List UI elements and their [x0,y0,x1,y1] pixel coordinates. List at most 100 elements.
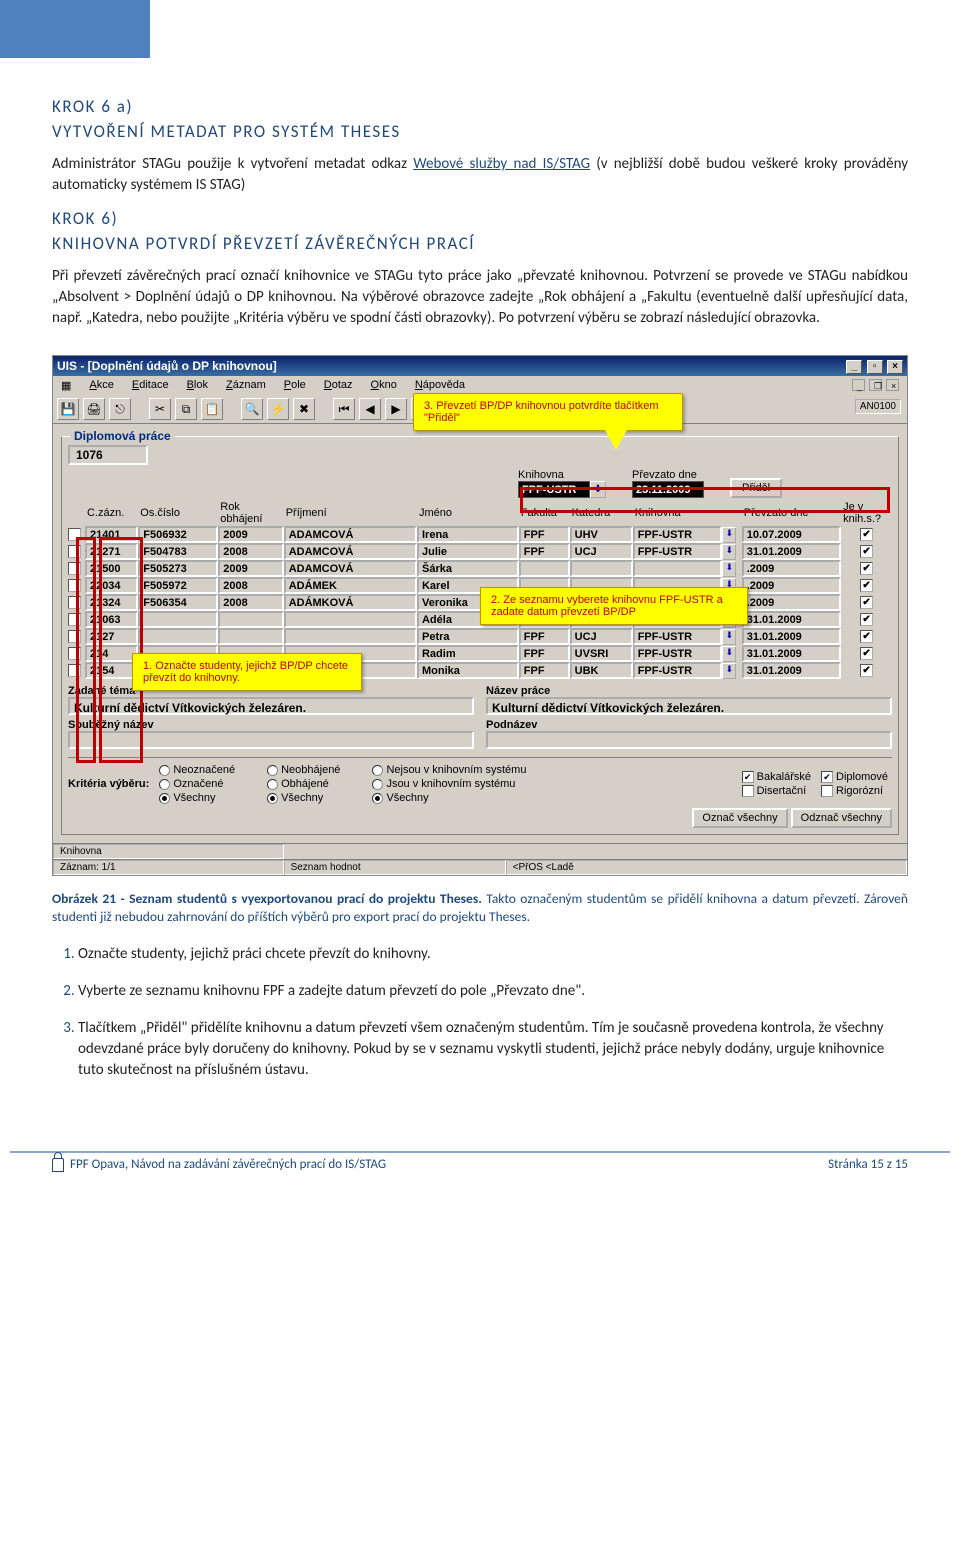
cell-knihovna: FPF-USTR [633,543,723,560]
row-checkbox[interactable] [68,664,81,677]
criteria-radio[interactable]: Označené [159,778,235,790]
menu-blok[interactable]: Blok [183,378,212,393]
menu-dotaz[interactable]: Dotaz [320,378,357,393]
radio-icon [267,793,278,804]
cell-knihovna: FPF-USTR [633,645,723,662]
pridel-button[interactable]: Přiděl [730,478,782,498]
cell-prijmeni: ADAMCOVÁ [284,560,417,577]
cell-oscislo: F505273 [138,560,218,577]
lov-row-icon[interactable]: ⬇ [722,646,736,662]
menu-editace[interactable]: Editace [128,378,173,393]
cell-fakulta [519,560,570,577]
query-exec-icon[interactable]: ⚡ [267,398,289,420]
cell-jevknih-checkbox[interactable]: ✔ [860,630,873,643]
radio-icon [267,765,278,776]
lov-row-icon[interactable]: ⬇ [722,527,736,543]
th-prijmeni: Příjmení [284,500,417,526]
val-nazev: Kulturní dědictví Vítkovických železáren… [486,697,892,715]
row-checkbox[interactable] [68,545,81,558]
cell-jevknih-checkbox[interactable]: ✔ [860,613,873,626]
row-checkbox[interactable] [68,647,81,660]
first-record-icon[interactable]: ⏮ [333,398,355,420]
close-icon[interactable]: × [887,360,903,374]
cell-jevknih-checkbox[interactable]: ✔ [860,528,873,541]
lov-row-icon[interactable]: ⬇ [722,663,736,679]
page-footer: FPF Opava, Návod na zadávání závěrečných… [10,1151,950,1194]
paste-icon[interactable]: 📋 [201,398,223,420]
cell-jevknih-checkbox[interactable]: ✔ [860,647,873,660]
row-checkbox[interactable] [68,579,81,592]
menu-zaznam[interactable]: Záznam [222,378,270,393]
exit-icon[interactable]: ⎋ [109,398,131,420]
cell-czazn: 214 [85,645,138,662]
criteria-radio[interactable]: Všechny [372,792,526,804]
menu-akce[interactable]: Akce [85,378,117,393]
cell-knihovna [633,560,723,577]
cell-jevknih-checkbox[interactable]: ✔ [860,596,873,609]
cut-icon[interactable]: ✂ [149,398,171,420]
criteria-radio[interactable]: Neobhájené [267,764,340,776]
menu-pole[interactable]: Pole [280,378,310,393]
cell-prevzato: .2009 [742,560,841,577]
criteria-checkbox[interactable]: ✔Diplomové [821,771,888,783]
row-checkbox[interactable] [68,596,81,609]
row-checkbox[interactable] [68,528,81,541]
th-rok: Rok obhájení [218,500,283,526]
criteria-checkbox[interactable]: ✔Bakalářské [742,771,811,783]
criteria-radio[interactable]: Všechny [267,792,340,804]
cell-prijmeni: ADAMCOVÁ [284,543,417,560]
footer-right: Stránka 15 z 15 [828,1157,908,1172]
cell-jevknih-checkbox[interactable]: ✔ [860,545,873,558]
radio-label: Jsou v knihovním systému [386,778,515,790]
minimize-icon[interactable]: _ [846,360,862,374]
input-knihovna[interactable] [518,481,590,498]
th-prevzato: Převzato dne [742,500,841,526]
menu-okno[interactable]: Okno [367,378,401,393]
criteria-radio[interactable]: Jsou v knihovním systému [372,778,526,790]
lbl-nazev: Název práce [486,685,892,697]
cell-czazn: 21324 [85,594,138,611]
lov-row-icon[interactable]: ⬇ [722,629,736,645]
cell-czazn: 21271 [85,543,138,560]
cell-jevknih-checkbox[interactable]: ✔ [860,562,873,575]
print-icon[interactable]: 🖨 [83,398,105,420]
criteria-checkbox[interactable]: Rigorózní [821,785,888,797]
cell-fakulta: FPF [519,628,570,645]
row-checkbox[interactable] [68,613,81,626]
link-webservices[interactable]: Webové služby nad IS/STAG [413,155,590,173]
criteria-radio[interactable]: Neoznačené [159,764,235,776]
mdi-restore-icon[interactable]: ❐ [869,379,882,391]
cell-prevzato: 31.01.2009 [742,645,841,662]
cell-prevzato: 31.01.2009 [742,662,841,679]
mark-all-button[interactable]: Označ všechny [692,808,787,828]
cell-jevknih-checkbox[interactable]: ✔ [860,579,873,592]
mdi-close-icon[interactable]: × [886,379,899,391]
cell-jmeno: Irena [417,526,519,543]
query-cancel-icon[interactable]: ✖ [293,398,315,420]
copy-icon[interactable]: ⧉ [175,398,197,420]
prev-record-icon[interactable]: ◀ [359,398,381,420]
checkbox-icon [821,785,833,797]
cell-oscislo [138,628,218,645]
save-icon[interactable]: 💾 [57,398,79,420]
mdi-min-icon[interactable]: _ [852,379,865,391]
criteria-radio[interactable]: Všechny [159,792,235,804]
row-checkbox[interactable] [68,562,81,575]
criteria-row: Kritéria výběru: NeoznačenéOznačenéVšech… [68,757,892,804]
row-checkbox[interactable] [68,630,81,643]
criteria-radio[interactable]: Nejsou v knihovním systému [372,764,526,776]
unmark-all-button[interactable]: Odznač všechny [791,808,892,828]
criteria-radio[interactable]: Obhájené [267,778,340,790]
maximize-icon[interactable]: ▫ [867,360,883,374]
criteria-checkbox[interactable]: Disertační [742,785,811,797]
para1-a: Administrátor STAGu použije k vytvoření … [52,155,413,173]
input-prevzato[interactable] [632,481,704,498]
cell-rok [218,628,283,645]
lov-row-icon[interactable]: ⬇ [722,544,736,560]
query-enter-icon[interactable]: 🔍 [241,398,263,420]
cell-jevknih-checkbox[interactable]: ✔ [860,664,873,677]
lov-row-icon[interactable]: ⬇ [722,561,736,577]
next-record-icon[interactable]: ▶ [385,398,407,420]
lov-knihovna-icon[interactable]: ⬇ [590,481,606,498]
menu-napoveda[interactable]: Nápověda [411,378,469,393]
